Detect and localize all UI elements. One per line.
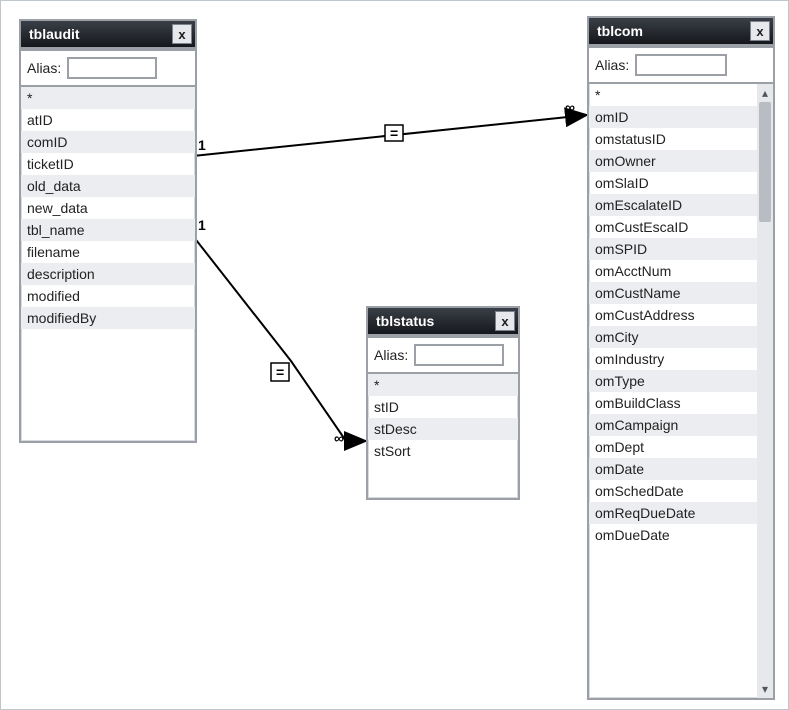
table-title: tblstatus [368,309,442,333]
field-item[interactable]: omEscalateID [589,194,757,216]
alias-input[interactable] [67,57,157,79]
field-item[interactable]: omDate [589,458,757,480]
field-item[interactable]: omCampaign [589,414,757,436]
table-tblaudit[interactable]: tblaudit x Alias: *atIDcomIDticketIDold_… [19,19,197,443]
titlebar-tblstatus[interactable]: tblstatus x [368,308,518,336]
table-title: tblcom [589,19,651,43]
field-item[interactable]: * [21,87,195,109]
field-item[interactable]: modified [21,285,195,307]
field-item[interactable]: omCustName [589,282,757,304]
titlebar-tblcom[interactable]: tblcom x [589,18,773,46]
field-item[interactable]: stDesc [368,418,518,440]
scroll-down-icon[interactable]: ▾ [757,680,773,698]
field-item[interactable]: omIndustry [589,348,757,370]
field-item[interactable]: omBuildClass [589,392,757,414]
field-item[interactable]: omSPID [589,238,757,260]
field-item[interactable]: omID [589,106,757,128]
field-item[interactable]: omDueDate [589,524,757,546]
svg-text:∞: ∞ [565,99,575,115]
field-item[interactable]: omDept [589,436,757,458]
field-item[interactable]: omSchedDate [589,480,757,502]
alias-label: Alias: [595,57,629,73]
field-item[interactable]: stID [368,396,518,418]
svg-text:=: = [390,125,398,141]
table-title: tblaudit [21,22,88,46]
field-item[interactable]: ticketID [21,153,195,175]
query-designer-canvas: 1 = ∞ 1 = ∞ tblaudit x Alias: *atIDcomID… [0,0,789,710]
field-item[interactable]: description [21,263,195,285]
field-item[interactable]: omType [589,370,757,392]
field-item[interactable]: stSort [368,440,518,462]
field-item[interactable]: omCustEscaID [589,216,757,238]
field-item[interactable]: * [368,374,518,396]
field-item[interactable]: atID [21,109,195,131]
field-item[interactable]: omSlaID [589,172,757,194]
field-item[interactable]: omReqDueDate [589,502,757,524]
svg-text:1: 1 [198,217,206,233]
field-item[interactable]: tbl_name [21,219,195,241]
field-item[interactable]: omOwner [589,150,757,172]
field-item[interactable]: omCustAddress [589,304,757,326]
titlebar-tblaudit[interactable]: tblaudit x [21,21,195,49]
close-icon[interactable]: x [495,311,515,331]
field-item[interactable]: * [589,84,757,106]
field-item[interactable]: modifiedBy [21,307,195,329]
alias-label: Alias: [27,60,61,76]
alias-label: Alias: [374,347,408,363]
scrollbar[interactable]: ▴ ▾ [757,84,773,698]
scroll-thumb[interactable] [759,102,771,222]
alias-input[interactable] [635,54,727,76]
close-icon[interactable]: x [172,24,192,44]
field-item[interactable]: new_data [21,197,195,219]
table-tblcom[interactable]: tblcom x Alias: *omIDomstatusIDomOwnerom… [587,16,775,700]
svg-text:=: = [276,364,284,380]
close-icon[interactable]: x [750,21,770,41]
scroll-up-icon[interactable]: ▴ [757,84,773,102]
field-item[interactable]: omCity [589,326,757,348]
field-item[interactable]: comID [21,131,195,153]
table-tblstatus[interactable]: tblstatus x Alias: *stIDstDescstSort [366,306,520,500]
field-item[interactable]: filename [21,241,195,263]
svg-text:∞: ∞ [334,430,344,446]
svg-text:1: 1 [198,137,206,153]
field-item[interactable]: omAcctNum [589,260,757,282]
field-item[interactable]: omstatusID [589,128,757,150]
field-item[interactable]: old_data [21,175,195,197]
alias-input[interactable] [414,344,504,366]
